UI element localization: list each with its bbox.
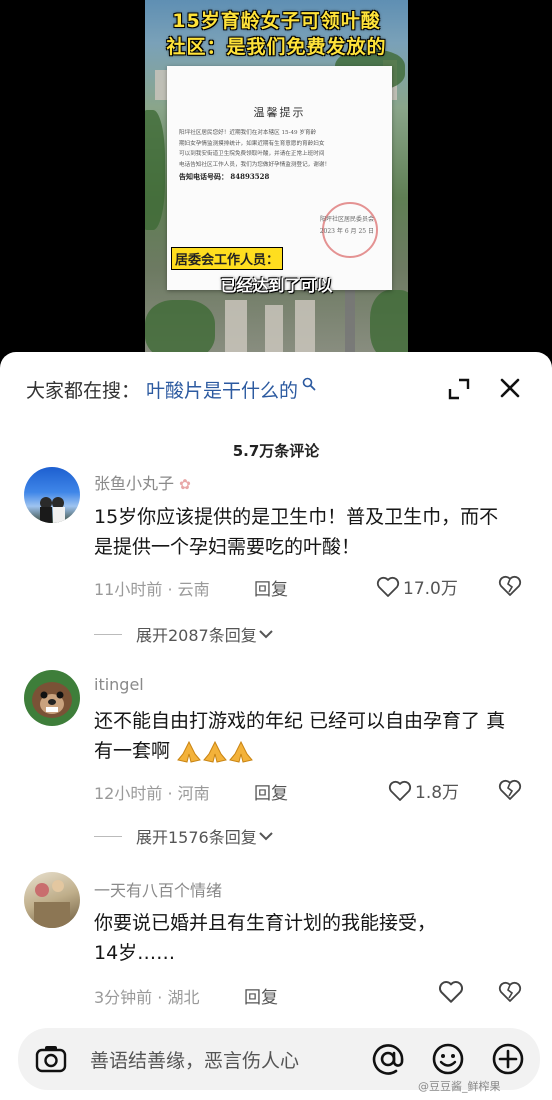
- expand-icon[interactable]: [446, 376, 472, 402]
- notice-body: 阳坪社区居民您好！近期我们在对本辖区 15-49 岁育龄 期妇女孕情监测摸排统计…: [179, 128, 380, 183]
- comment-username[interactable]: itingel: [94, 675, 144, 694]
- comment-text-line: 14岁……: [94, 942, 176, 964]
- road: [345, 290, 355, 360]
- reply-button[interactable]: 回复: [254, 779, 288, 804]
- search-suggestion-term[interactable]: 叶酸片是干什么的: [146, 376, 298, 403]
- comment-input-placeholder[interactable]: 善语结善缘，恶言伤人心: [90, 1046, 299, 1073]
- video-frame[interactable]: 15岁育龄女子可领叶酸 社区：是我们免费发放的 温馨提示 阳坪社区居民您好！近期…: [145, 0, 408, 360]
- heart-icon: [376, 576, 400, 597]
- expand-replies-label: 展开2087条回复: [136, 626, 257, 645]
- notice-heading: 温馨提示: [253, 106, 306, 119]
- avatar-photo: [32, 682, 72, 718]
- notice-phone: 告知电话号码： 84893528: [179, 172, 270, 181]
- building: [225, 300, 247, 360]
- search-suggestion[interactable]: 大家都在搜： 叶酸片是干什么的: [26, 374, 316, 404]
- building: [295, 300, 315, 360]
- notice-signature-org: 阳坪社区居民委员会: [319, 216, 374, 223]
- dislike-icon[interactable]: [498, 574, 522, 598]
- tree-cluster: [370, 290, 408, 360]
- comment-sheet: 大家都在搜： 叶酸片是干什么的 5.7万条评论 张鱼小丸子 ✿ 15岁你应该提供…: [0, 352, 552, 1100]
- notice-line: 期妇女孕情监测摸排统计，如果近期有生育意愿的育龄妇女: [179, 140, 325, 147]
- comment-item: 张鱼小丸子 ✿ 15岁你应该提供的是卫生巾！普及卫生巾，而不是提供一个孕妇需要吃…: [0, 464, 552, 654]
- flower-emoji: ✿: [179, 477, 191, 493]
- avatar-photo: [40, 497, 65, 523]
- comment-username[interactable]: 张鱼小丸子 ✿: [94, 470, 191, 494]
- comment-time-location: 3分钟前 · 湖北: [94, 988, 200, 1007]
- reply-button[interactable]: 回复: [254, 575, 288, 600]
- search-suggestion-label: 大家都在搜：: [26, 379, 141, 402]
- video-player[interactable]: 15岁育龄女子可领叶酸 社区：是我们免费发放的 温馨提示 阳坪社区居民您好！近期…: [0, 0, 552, 360]
- notice-line: 可以到我安街道卫生院免费领取叶酸，并请在正常上班时间: [179, 151, 325, 157]
- divider: [94, 633, 122, 635]
- like-count: 17.0万: [403, 579, 458, 599]
- comment-username[interactable]: 一天有八百个情绪: [94, 877, 222, 901]
- speaker-label: 居委会工作人员：: [171, 247, 284, 270]
- watermark: @豆豆酱_鲜榨果: [418, 1080, 501, 1093]
- pray-emoji: [176, 740, 202, 764]
- plus-icon[interactable]: [490, 1041, 526, 1077]
- avatar[interactable]: [24, 467, 80, 523]
- notice-line: 电话告知社区工作人员，我们为您做好孕情监测登记，谢谢！: [179, 161, 331, 168]
- smile-icon[interactable]: [430, 1041, 466, 1077]
- comment-time-location: 12小时前 · 河南: [94, 784, 210, 803]
- divider: [94, 835, 122, 837]
- comment-item: 一天有八百个情绪 你要说已婚并且有生育计划的我能接受， 14岁…… 3分钟前 ·…: [0, 870, 552, 1020]
- avatar[interactable]: [24, 670, 80, 726]
- heart-icon[interactable]: [438, 980, 464, 1004]
- username-text[interactable]: 张鱼小丸子: [94, 474, 174, 493]
- avatar[interactable]: [24, 872, 80, 928]
- camera-icon[interactable]: [34, 1042, 68, 1076]
- like-count: 1.8万: [415, 783, 460, 803]
- comment-text: 15岁你应该提供的是卫生巾！普及卫生巾，而不是提供一个孕妇需要吃的叶酸！: [94, 506, 499, 558]
- comment-count: 5.7万条评论: [232, 442, 320, 460]
- comment-text: 还不能自由打游戏的年纪 已经可以自由孕育了 真有一套啊: [94, 706, 514, 766]
- notice-line: 阳坪社区居民您好！近期我们在对本辖区 15-49 岁育龄: [179, 130, 317, 136]
- like-button[interactable]: 1.8万: [388, 778, 459, 803]
- comment-item: itingel 还不能自由打游戏的年纪 已经可以自由孕育了 真有一套啊 12小时…: [0, 668, 552, 858]
- search-icon[interactable]: [302, 377, 316, 391]
- chevron-down-icon: [259, 832, 273, 841]
- reply-button[interactable]: 回复: [244, 983, 278, 1008]
- video-title-line1: 15岁育龄女子可领叶酸: [172, 10, 381, 32]
- comment-time-location: 11小时前 · 云南: [94, 580, 210, 599]
- dislike-icon[interactable]: [498, 778, 522, 802]
- expand-replies-button[interactable]: 展开2087条回复: [94, 622, 275, 646]
- like-button[interactable]: 17.0万: [376, 574, 458, 599]
- notice-signature: 阳坪社区居民委员会 2023 年 6 月 25 日: [320, 214, 374, 238]
- avatar-photo: [34, 880, 70, 928]
- heart-icon: [388, 780, 412, 801]
- pray-emoji: [202, 740, 228, 764]
- chevron-down-icon: [259, 630, 273, 639]
- notice-date: 2023 年 6 月 25 日: [319, 228, 374, 235]
- expand-replies-button[interactable]: 展开1576条回复: [94, 824, 275, 848]
- expand-replies-label: 展开1576条回复: [136, 828, 257, 847]
- tree-cluster: [145, 300, 215, 360]
- at-icon[interactable]: [370, 1041, 406, 1077]
- close-icon[interactable]: [496, 374, 524, 402]
- video-title-line2: 社区：是我们免费发放的: [166, 36, 387, 58]
- pray-emoji: [228, 740, 254, 764]
- comment-text-content: 还不能自由打游戏的年纪 已经可以自由孕育了 真有一套啊: [94, 710, 506, 762]
- video-subtitle: 已经达到了可以: [220, 276, 333, 295]
- tree-cluster: [145, 110, 165, 230]
- dislike-icon[interactable]: [498, 980, 522, 1004]
- comment-text: 你要说已婚并且有生育计划的我能接受， 14岁……: [94, 908, 534, 968]
- comment-text-line: 你要说已婚并且有生育计划的我能接受，: [94, 912, 437, 934]
